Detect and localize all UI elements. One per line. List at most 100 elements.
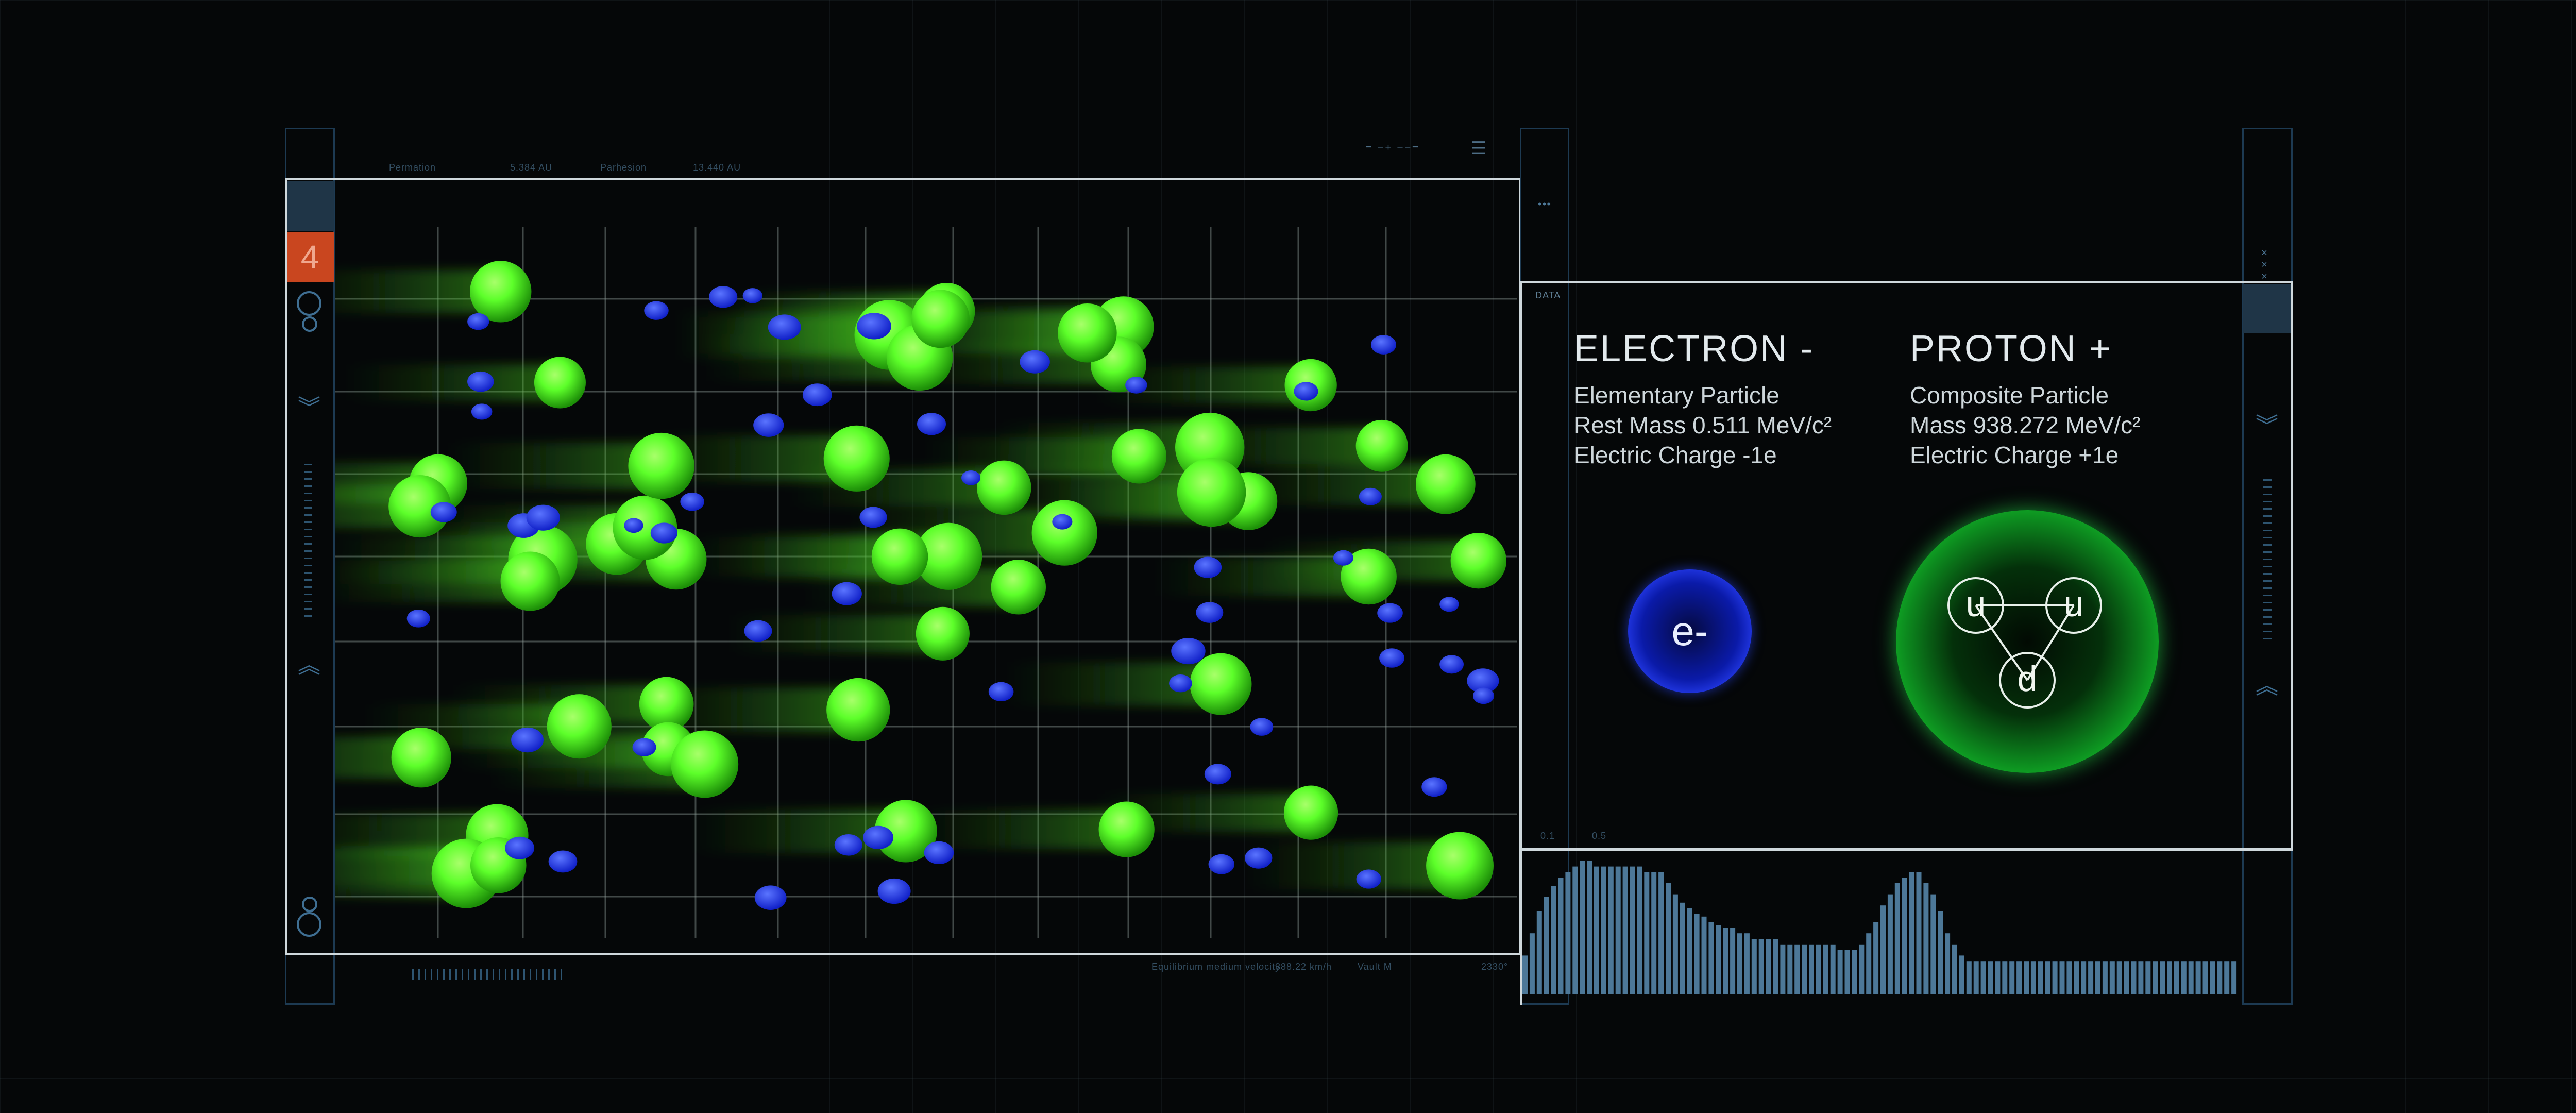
histogram-bar [1536,911,1542,994]
scale-label-2: 0.5 [1592,831,1607,841]
histogram-bar [1694,914,1700,994]
histogram-bar [1630,866,1635,994]
histogram-bar [2038,961,2043,994]
electron-particle [832,582,862,605]
particle-simulation[interactable] [335,185,1517,948]
histogram-bar [1601,866,1606,994]
histogram-bar [1651,872,1657,994]
electron-particle [744,620,772,642]
histogram-bar [1708,922,1714,994]
histogram-bar [1930,894,1936,994]
footer-value-velocity: 388.22 km/h [1275,962,1332,972]
histogram-bar [2167,961,2173,994]
proton-particle [1190,653,1252,715]
proton-particle [628,432,694,499]
histogram-bar [2016,961,2022,994]
close-icon-stack[interactable]: ××× [2258,247,2270,283]
electron-particle [1294,382,1318,401]
histogram-bar [1608,866,1614,994]
electron-mass: Rest Mass 0.511 MeV/c² [1574,412,1832,439]
proton-particle [977,460,1031,515]
histogram-bar [1852,950,1857,994]
electron-particle [467,371,494,392]
electron-particle [632,738,656,756]
electron-particle [754,885,787,910]
histogram-bar [1894,883,1900,994]
histogram-bar [1880,905,1886,994]
proton-particle [500,551,560,611]
quark-up-1: u [1947,577,2004,634]
quark-up-2: u [2045,577,2102,634]
electron-particle [1250,718,1274,736]
histogram-bar [1952,944,1958,994]
electron-particle [1194,556,1222,578]
electron-particle [1472,687,1495,704]
proton-particle [823,425,890,492]
proton-particle [534,357,586,409]
proton-particle [1031,500,1097,566]
histogram-bar [1580,861,1585,994]
electron-particle [1204,764,1231,785]
bottom-ruler [412,969,567,980]
proton-particle [911,290,970,348]
electron-particle [1052,514,1073,530]
header-value-permation: 5.384 AU [510,162,553,173]
histogram-bar [2145,961,2151,994]
electron-particle [863,825,894,850]
histogram-bar [2210,961,2215,994]
histogram-bar [1666,883,1671,994]
histogram-bar [1766,939,1771,994]
histogram-bar [1637,866,1642,994]
electron-particle [467,313,489,330]
footer-value-vault: 2330° [1481,962,1509,972]
histogram-bar [2131,961,2137,994]
electron-particle [1333,550,1353,566]
electron-particle [709,286,738,308]
histogram-bar [1787,944,1793,994]
header-label-parhesion: Parhesion [600,162,647,173]
histogram-bar [1988,961,1993,994]
histogram-chart [1522,861,2237,994]
histogram-bar [2095,961,2101,994]
electron-particle [961,470,981,485]
proton-icon: u u d [1896,510,2159,773]
electron-particle [526,504,560,531]
histogram-bar [1680,902,1685,994]
electron-particle [406,609,430,628]
proton-particle [671,730,739,798]
histogram-bar [2174,961,2179,994]
histogram-bar [1758,939,1764,994]
electron-particle [644,301,669,320]
header-menu-icon[interactable]: ☰ [1471,138,1487,159]
proton-particle [470,261,532,323]
electron-particle [1196,602,1224,623]
histogram-bar [1551,886,1556,994]
histogram-bar [1909,872,1914,994]
histogram-bar [1622,866,1628,994]
histogram-bar [1565,872,1571,994]
histogram-bar [1916,872,1922,994]
proton-type: Composite Particle [1910,382,2109,409]
histogram-bar [1887,894,1893,994]
electron-particle [650,522,678,544]
histogram-bar [2074,961,2079,994]
histogram-bar [1658,872,1664,994]
electron-particle [768,314,801,340]
footer-label-velocity: Equilibrium medium velocity [1151,962,1281,972]
particle-trail [343,364,560,401]
electron-particle [742,288,762,303]
electron-particle [430,502,457,522]
histogram-bar [1737,933,1743,994]
histogram-bar [1716,925,1721,994]
histogram-bar [2059,961,2065,994]
histogram-bar [2217,961,2223,994]
electron-particle [1439,597,1459,612]
histogram-bar [2088,961,2094,994]
electron-particle [924,841,954,865]
histogram-bar [1730,927,1736,994]
histogram-bar [1837,950,1843,994]
menu-dots[interactable]: ••• [1538,197,1551,211]
histogram-bar [1830,944,1836,994]
electron-particle [988,682,1014,702]
proton-particle [1415,454,1476,514]
